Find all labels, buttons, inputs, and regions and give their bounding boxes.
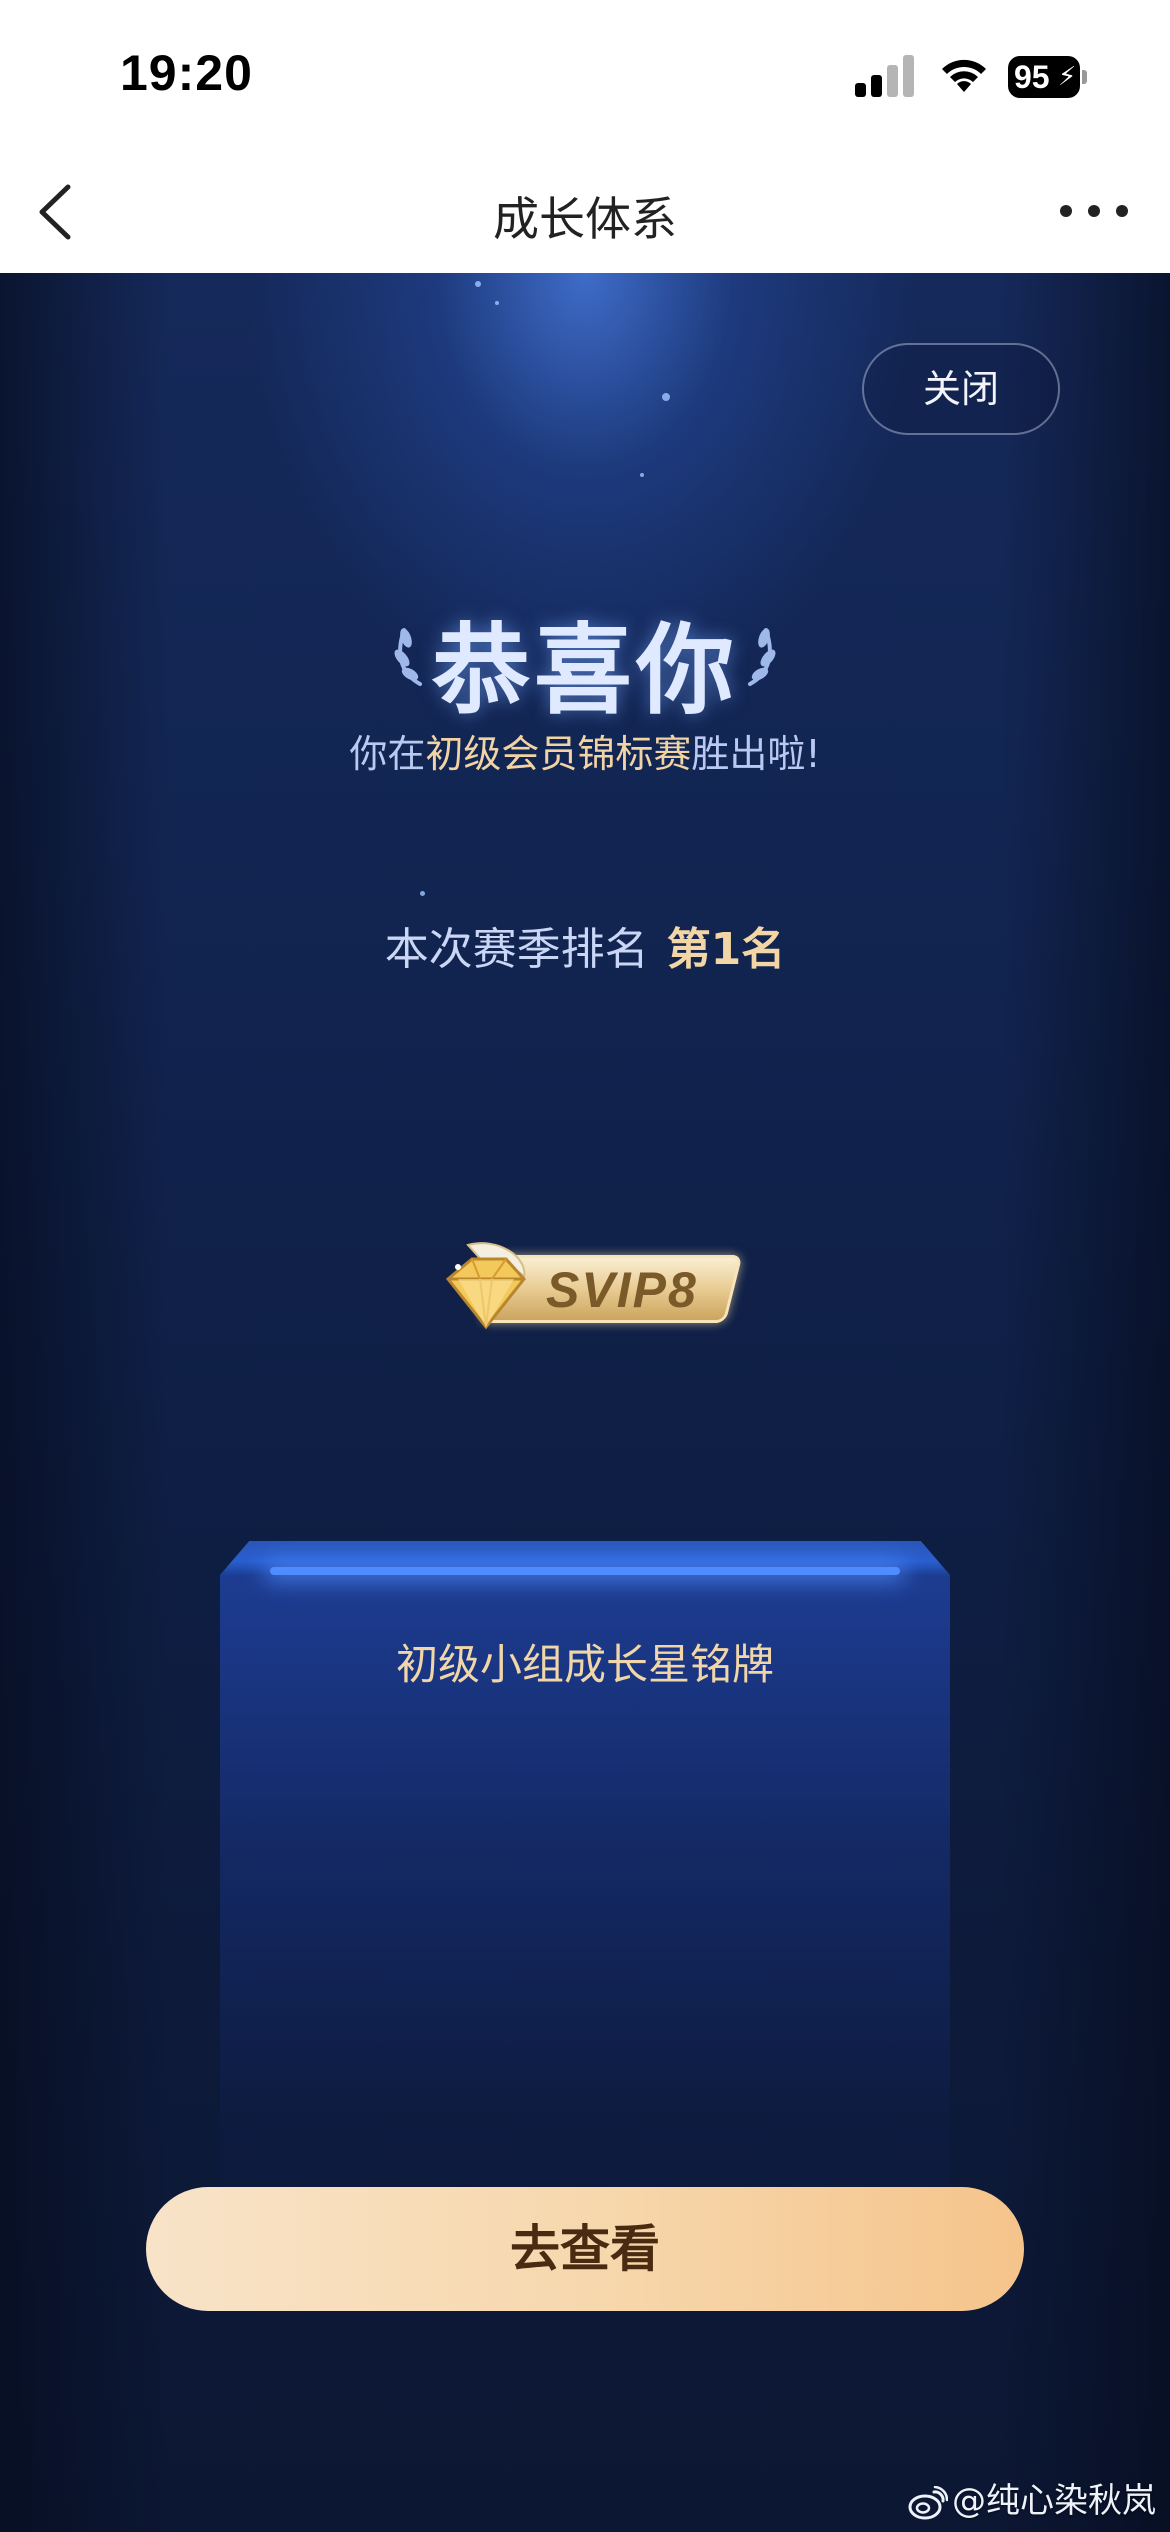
sparkle (640, 473, 644, 477)
more-options-icon[interactable] (1060, 195, 1130, 225)
subtitle-suffix: 胜出啦! (691, 732, 821, 776)
congratulation-stage: 关闭 恭喜你 你在初级会员锦标赛胜出啦! 本次赛季排名 第1名 SVIP8 初级小… (0, 273, 1170, 2532)
svip-badge: SVIP8 (428, 1233, 744, 1343)
view-button[interactable]: 去查看 (146, 2187, 1024, 2311)
battery-icon: 95 ⚡ (1008, 56, 1088, 98)
weibo-watermark: @纯心染秋岚 (908, 2473, 1156, 2529)
sparkle (420, 891, 425, 896)
cellular-signal-icon (855, 55, 915, 97)
congrats-title: 恭喜你 (431, 614, 738, 728)
sparkle (662, 393, 670, 401)
weibo-icon (908, 2485, 948, 2519)
diamond-wing-icon (445, 1242, 526, 1330)
congrats-subtitle: 你在初级会员锦标赛胜出啦! (0, 723, 1170, 778)
badge-level-text: SVIP8 (546, 1262, 698, 1318)
sparkle (495, 301, 499, 305)
podium-glow (270, 1567, 900, 1575)
watermark-text: @纯心染秋岚 (952, 2481, 1156, 2521)
nameplate-reward-label: 初级小组成长星铭牌 (395, 1640, 774, 1689)
charging-bolt-icon: ⚡ (1058, 62, 1077, 92)
navigation-bar: 成长体系 (0, 155, 1170, 273)
rank-value: 第1名 (666, 924, 786, 975)
sparkle (475, 281, 481, 287)
tournament-name: 初级会员锦标赛 (425, 732, 692, 776)
subtitle-prefix: 你在 (349, 732, 426, 776)
wifi-icon (942, 59, 986, 92)
status-time: 19:20 (120, 45, 253, 101)
close-button[interactable]: 关闭 (862, 343, 1060, 435)
rank-label: 本次赛季排名 (384, 924, 649, 975)
page-title: 成长体系 (493, 192, 677, 246)
status-bar: 19:20 95 ⚡ (0, 0, 1170, 155)
season-rank: 本次赛季排名 第1名 (0, 913, 1170, 977)
